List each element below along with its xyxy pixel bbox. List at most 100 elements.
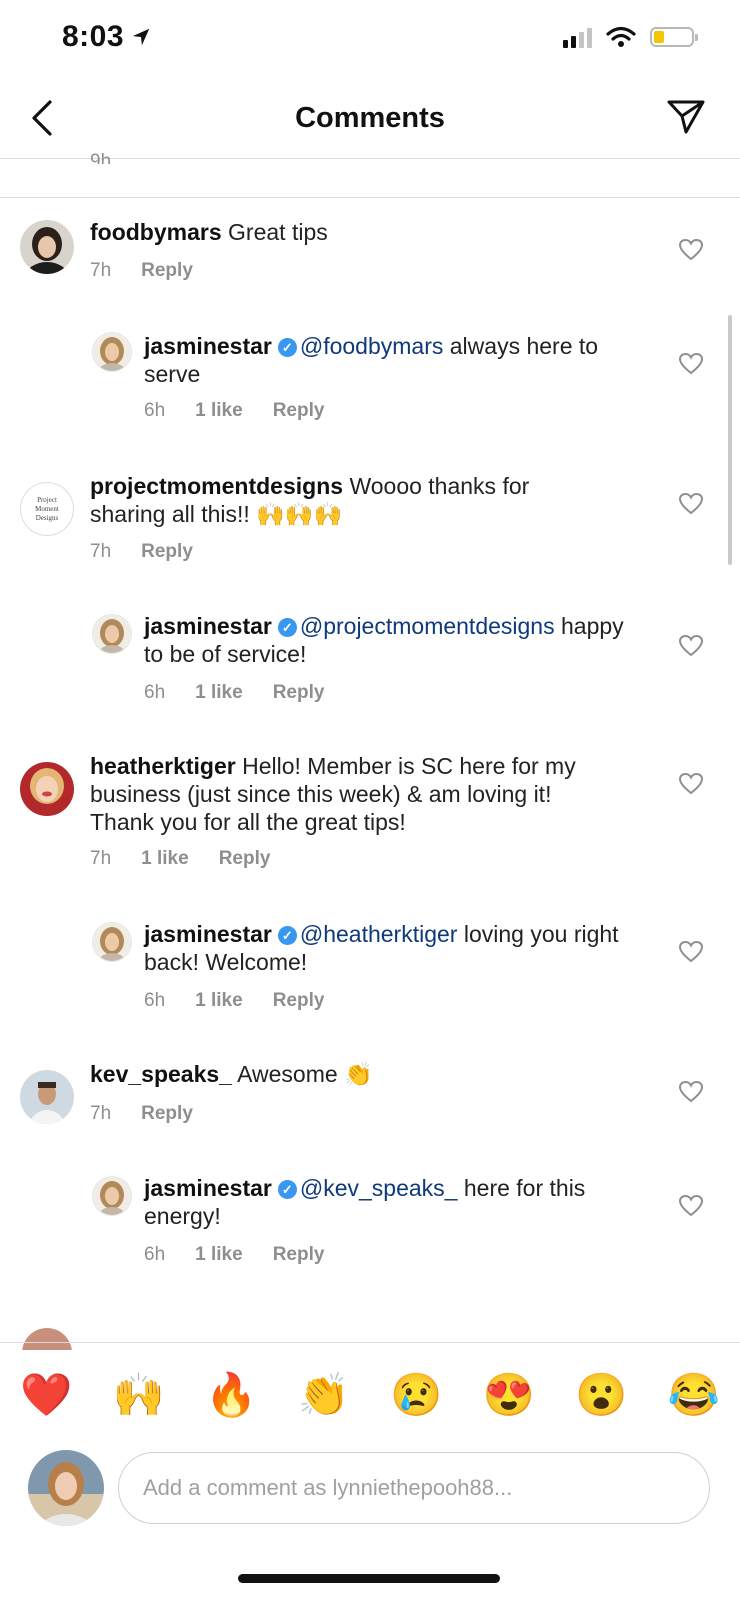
comment-text: kev_speaks_ Awesome 👏	[90, 1060, 610, 1088]
comment-text: jasminestar ✓ @projectmomentdesigns happy …	[144, 612, 634, 668]
comment-text: heatherktiger Hello! Member is SC here f…	[90, 752, 620, 836]
like-heart-icon[interactable]	[678, 352, 704, 376]
like-heart-icon[interactable]	[678, 238, 704, 262]
status-time: 8:03	[62, 20, 152, 54]
comment-time: 6h	[144, 682, 166, 703]
comment-meta: 6h 1 like Reply	[144, 990, 354, 1012]
comment-meta: 7h Reply	[90, 260, 223, 282]
comment-text: foodbymars Great tips	[90, 218, 650, 246]
emoji-heart-button[interactable]: ❤️	[20, 1371, 72, 1420]
reply-button[interactable]: Reply	[141, 260, 193, 282]
comment-time: 6h	[144, 1244, 166, 1265]
comment-username[interactable]: heatherktiger	[90, 753, 236, 779]
reply-button[interactable]: Reply	[273, 990, 325, 1012]
reply-button[interactable]: Reply	[141, 1103, 193, 1125]
current-user-avatar	[28, 1450, 104, 1526]
direct-message-send-icon[interactable]	[666, 96, 706, 136]
comment-username[interactable]: jasminestar	[144, 613, 272, 639]
like-heart-icon[interactable]	[678, 1080, 704, 1104]
like-heart-icon[interactable]	[678, 772, 704, 796]
verified-badge-icon: ✓	[277, 1180, 297, 1199]
comment-time: 7h	[90, 541, 112, 562]
avatar[interactable]	[92, 332, 132, 372]
location-arrow-icon	[132, 28, 150, 46]
comment-time: 7h	[90, 1103, 112, 1124]
avatar[interactable]	[20, 220, 74, 274]
comment-username[interactable]: jasminestar	[144, 921, 272, 947]
verified-badge-icon: ✓	[277, 618, 297, 637]
status-icons	[563, 26, 698, 48]
avatar[interactable]	[92, 922, 132, 962]
avatar-logo-text: Project Moment Designs	[35, 495, 59, 522]
reply-button[interactable]: Reply	[273, 1244, 325, 1266]
comment-time: 7h	[90, 848, 112, 869]
emoji-laughing-button[interactable]: 😂	[668, 1371, 720, 1420]
mention-link[interactable]: @heatherktiger	[300, 921, 458, 947]
emoji-raised-hands-button[interactable]: 🙌	[113, 1371, 165, 1420]
emoji-crying-button[interactable]: 😢	[390, 1371, 442, 1420]
scrollbar[interactable]	[728, 315, 732, 565]
comment-text: jasminestar ✓ @heatherktiger loving you ri…	[144, 920, 634, 976]
avatar[interactable]	[92, 1176, 132, 1216]
avatar[interactable]	[20, 762, 74, 816]
emoji-surprised-button[interactable]: 😮	[575, 1371, 627, 1420]
comment-username[interactable]: kev_speaks_	[90, 1061, 232, 1087]
comment-username[interactable]: jasminestar	[144, 333, 272, 359]
avatar[interactable]	[20, 1070, 74, 1124]
verified-badge-icon: ✓	[277, 338, 297, 357]
comment-text: projectmomentdesigns Woooo thanks for sh…	[90, 472, 610, 528]
mention-link[interactable]: @foodbymars	[300, 333, 444, 359]
home-indicator[interactable]	[238, 1574, 500, 1583]
reply-button[interactable]: Reply	[273, 400, 325, 422]
comment-meta: 6h 1 like Reply	[144, 682, 354, 704]
emoji-fire-button[interactable]: 🔥	[205, 1371, 257, 1420]
page-title: Comments	[295, 102, 445, 134]
cellular-signal-icon	[563, 26, 592, 48]
likes-count[interactable]: 1 like	[195, 400, 243, 422]
reply-button[interactable]: Reply	[273, 682, 325, 704]
comments-header: Comments	[0, 80, 740, 158]
comment-username[interactable]: foodbymars	[90, 219, 222, 245]
comment-meta: 7h 1 like Reply	[90, 848, 300, 870]
comment-body: Great tips	[228, 219, 328, 245]
likes-count[interactable]: 1 like	[195, 1244, 243, 1266]
comment-time: 6h	[144, 990, 166, 1011]
status-time-text: 8:03	[62, 20, 125, 53]
avatar[interactable]	[92, 614, 132, 654]
reply-button[interactable]: Reply	[141, 541, 193, 563]
comment-meta: 7h Reply	[90, 541, 223, 563]
avatar[interactable]: Project Moment Designs	[20, 482, 74, 536]
like-heart-icon[interactable]	[678, 634, 704, 658]
battery-icon	[650, 27, 698, 47]
comment-meta: 6h 1 like Reply	[144, 1244, 354, 1266]
section-divider	[0, 197, 740, 198]
reply-button[interactable]: Reply	[219, 848, 271, 870]
comment-meta: 6h 1 like Reply	[144, 400, 354, 422]
like-heart-icon[interactable]	[678, 940, 704, 964]
comment-text: jasminestar ✓ @kev_speaks_ here for this e…	[144, 1174, 634, 1230]
comment-text: jasminestar ✓ @foodbymars always here to s…	[144, 332, 634, 388]
emoji-heart-eyes-button[interactable]: 😍	[483, 1371, 535, 1420]
verified-badge-icon: ✓	[277, 926, 297, 945]
comment-body: Awesome 👏	[237, 1061, 373, 1087]
like-heart-icon[interactable]	[678, 492, 704, 516]
partial-comment-row	[22, 1328, 72, 1350]
wifi-icon	[606, 26, 636, 47]
comment-time: 6h	[144, 400, 166, 421]
emoji-clap-button[interactable]: 👏	[298, 1371, 350, 1420]
partial-comment-meta: 9h	[90, 151, 112, 164]
comment-meta: 7h Reply	[90, 1103, 223, 1125]
likes-count[interactable]: 1 like	[195, 990, 243, 1012]
comment-input[interactable]: Add a comment as lynniethepooh88...	[118, 1452, 710, 1524]
like-heart-icon[interactable]	[678, 1194, 704, 1218]
comment-time: 7h	[90, 260, 112, 281]
comment-username[interactable]: jasminestar	[144, 1175, 272, 1201]
mention-link[interactable]: @kev_speaks_	[300, 1175, 458, 1201]
likes-count[interactable]: 1 like	[141, 848, 189, 870]
comment-username[interactable]: projectmomentdesigns	[90, 473, 343, 499]
emoji-quick-bar: ❤️ 🙌 🔥 👏 😢 😍 😮 😂	[0, 1350, 740, 1440]
comment-input-placeholder: Add a comment as lynniethepooh88...	[143, 1475, 513, 1500]
compose-divider	[0, 1342, 740, 1343]
mention-link[interactable]: @projectmomentdesigns	[300, 613, 555, 639]
likes-count[interactable]: 1 like	[195, 682, 243, 704]
